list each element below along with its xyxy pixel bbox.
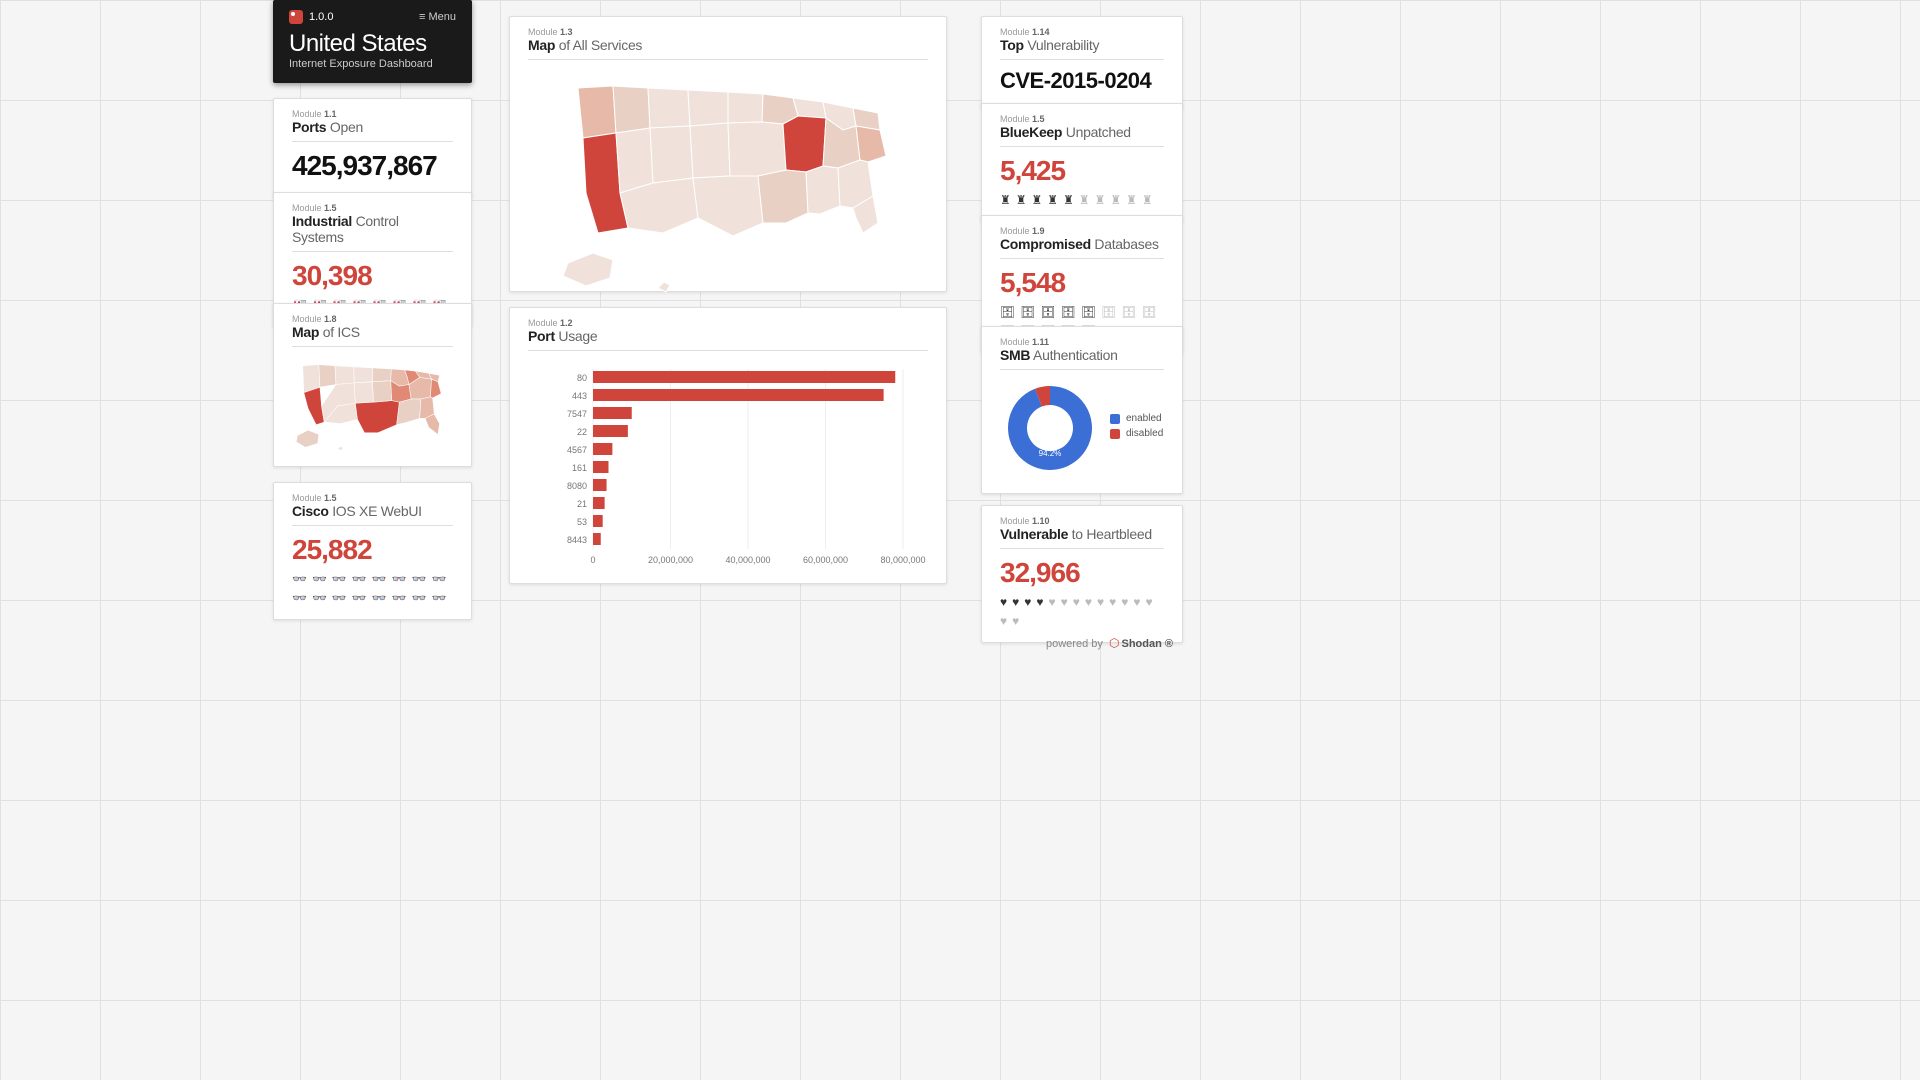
svg-text:161: 161	[572, 463, 587, 473]
svg-text:22: 22	[577, 427, 587, 437]
svg-text:7547: 7547	[567, 409, 587, 419]
module-tag: Module 1.5	[292, 493, 453, 503]
svg-text:8080: 8080	[567, 481, 587, 491]
module-tag: Module 1.11	[1000, 337, 1164, 347]
top-vuln-value: CVE-2015-0204	[1000, 68, 1164, 94]
card-title: Map of All Services	[528, 37, 928, 60]
shodan-icon: ⬡	[1109, 636, 1119, 650]
svg-text:443: 443	[572, 391, 587, 401]
svg-text:21: 21	[577, 499, 587, 509]
header-card: 1.0.0 ≡ Menu United States Internet Expo…	[273, 0, 472, 83]
logo-icon	[289, 10, 303, 24]
card-cisco: Module 1.5 Cisco IOS XE WebUI 25,882 👓👓👓…	[273, 482, 472, 620]
legend-swatch-enabled	[1110, 414, 1120, 424]
page-title: United States	[289, 30, 456, 58]
module-tag: Module 1.5	[1000, 114, 1164, 124]
cisco-icon-row: 👓👓👓👓👓👓👓👓👓👓👓👓👓👓👓👓	[292, 572, 453, 605]
svg-text:4567: 4567	[567, 445, 587, 455]
card-port-usage: Module 1.2 Port Usage 80 443 7547 22 4567 161…	[509, 307, 947, 584]
card-title: Vulnerable to Heartbleed	[1000, 526, 1164, 549]
module-tag: Module 1.1	[292, 109, 453, 119]
card-title: Cisco IOS XE WebUI	[292, 503, 453, 526]
module-tag: Module 1.10	[1000, 516, 1164, 526]
app-version: 1.0.0	[289, 10, 333, 24]
compromised-value: 5,548	[1000, 267, 1164, 299]
module-tag: Module 1.2	[528, 318, 928, 328]
footer: powered by ⬡Shodan ®	[1046, 636, 1173, 650]
card-top-vuln: Module 1.14 Top Vulnerability CVE-2015-0…	[981, 16, 1183, 109]
card-title: Top Vulnerability	[1000, 37, 1164, 60]
card-title: Industrial Control Systems	[292, 213, 453, 252]
smb-pie-chart: 94.2%	[1000, 378, 1100, 478]
svg-text:20,000,000: 20,000,000	[648, 555, 693, 565]
module-tag: Module 1.3	[528, 27, 928, 37]
page-subtitle: Internet Exposure Dashboard	[289, 58, 456, 70]
cisco-value: 25,882	[292, 534, 453, 566]
smb-legend: enabled disabled	[1110, 413, 1163, 443]
card-title: Compromised Databases	[1000, 236, 1164, 259]
card-map-ics: Module 1.8 Map of ICS	[273, 303, 472, 467]
card-heartbleed: Module 1.10 Vulnerable to Heartbleed 32,…	[981, 505, 1183, 643]
svg-text:40,000,000: 40,000,000	[725, 555, 770, 565]
svg-text:94.2%: 94.2%	[1039, 449, 1062, 458]
port-usage-chart: 80 443 7547 22 4567 161 8080 21 53 84430 20,000,00…	[528, 359, 928, 579]
svg-text:53: 53	[577, 517, 587, 527]
ics-value: 30,398	[292, 260, 453, 292]
card-title: Port Usage	[528, 328, 928, 351]
module-tag: Module 1.9	[1000, 226, 1164, 236]
us-map-all	[528, 68, 928, 308]
card-title: Map of ICS	[292, 324, 453, 347]
card-smb: Module 1.11 SMB Authentication 94.2% ena…	[981, 326, 1183, 494]
svg-text:60,000,000: 60,000,000	[803, 555, 848, 565]
bluekeep-value: 5,425	[1000, 155, 1164, 187]
module-tag: Module 1.14	[1000, 27, 1164, 37]
svg-text:0: 0	[590, 555, 595, 565]
menu-button[interactable]: ≡ Menu	[419, 11, 456, 23]
module-tag: Module 1.5	[292, 203, 453, 213]
svg-text:80: 80	[577, 373, 587, 383]
card-title: SMB Authentication	[1000, 347, 1164, 370]
svg-text:80,000,000: 80,000,000	[880, 555, 925, 565]
card-ports-open: Module 1.1 Ports Open 425,937,867	[273, 98, 472, 197]
card-title: Ports Open	[292, 119, 453, 142]
card-bluekeep: Module 1.5 BlueKeep Unpatched 5,425 ♜♜♜♜…	[981, 103, 1183, 222]
legend-swatch-disabled	[1110, 429, 1120, 439]
ports-open-value: 425,937,867	[292, 150, 453, 182]
heartbleed-icon-row: ♥♥♥♥♥♥♥♥♥♥♥♥♥♥♥	[1000, 595, 1164, 628]
module-tag: Module 1.8	[292, 314, 453, 324]
svg-text:8443: 8443	[567, 535, 587, 545]
card-map-all: Module 1.3 Map of All Services	[509, 16, 947, 292]
bluekeep-icon-row: ♜♜♜♜♜♜♜♜♜♜	[1000, 193, 1164, 207]
us-map-ics	[292, 355, 453, 457]
heartbleed-value: 32,966	[1000, 557, 1164, 589]
card-title: BlueKeep Unpatched	[1000, 124, 1164, 147]
